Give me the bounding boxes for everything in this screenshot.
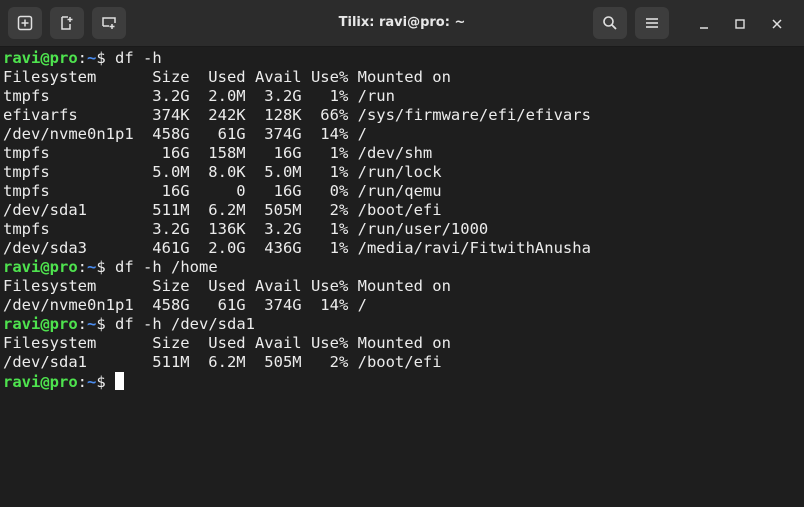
prompt-user-host: ravi@pro [3, 315, 78, 333]
hamburger-menu-icon [644, 15, 660, 31]
output-line: Filesystem Size Used Avail Use% Mounted … [3, 277, 451, 295]
menu-button[interactable] [635, 7, 669, 39]
output-line: /dev/sda1 511M 6.2M 505M 2% /boot/efi [3, 353, 442, 371]
maximize-button[interactable] [730, 13, 750, 33]
split-horizontal-button[interactable] [92, 7, 126, 39]
prompt-path: ~ [87, 315, 97, 333]
prompt-user-host: ravi@pro [3, 373, 78, 391]
terminal-window: Tilix: ravi@pro: ~ ravi@pro:~$ df -h Fil… [0, 0, 804, 507]
maximize-icon [735, 14, 745, 33]
output-line: /dev/nvme0n1p1 458G 61G 374G 14% / [3, 296, 367, 314]
close-button[interactable] [767, 13, 787, 33]
output-line: Filesystem Size Used Avail Use% Mounted … [3, 68, 451, 86]
split-down-icon [101, 15, 117, 31]
prompt-symbol: $ [96, 258, 116, 276]
prompt-line: ravi@pro:~$ df -h /dev/sda1 [3, 315, 804, 334]
prompt-symbol: $ [96, 315, 116, 333]
minimize-icon [699, 14, 709, 33]
output-line: /dev/sda3 461G 2.0G 436G 1% /media/ravi/… [3, 239, 591, 257]
prompt-symbol: $ [96, 49, 116, 67]
command-text: df -h /dev/sda1 [115, 315, 255, 333]
prompt-separator: : [77, 49, 87, 67]
output-line: /dev/nvme0n1p1 458G 61G 374G 14% / [3, 125, 367, 143]
command-text: df -h /home [115, 258, 218, 276]
output-line: tmpfs 3.2G 136K 3.2G 1% /run/user/1000 [3, 220, 489, 238]
new-session-button[interactable] [8, 7, 42, 39]
split-add-icon [59, 15, 75, 31]
search-icon [602, 15, 618, 31]
add-session-icon [17, 15, 33, 31]
prompt-path: ~ [87, 258, 97, 276]
terminal-output[interactable]: ravi@pro:~$ df -h Filesystem Size Used Av… [3, 49, 804, 507]
prompt-user-host: ravi@pro [3, 49, 78, 67]
command-text: df -h [115, 49, 162, 67]
split-vertical-button[interactable] [50, 7, 84, 39]
prompt-symbol: $ [96, 373, 116, 391]
output-line: /dev/sda1 511M 6.2M 505M 2% /boot/efi [3, 201, 442, 219]
title-bar: Tilix: ravi@pro: ~ [0, 0, 804, 47]
prompt-line: ravi@pro:~$ df -h /home [3, 258, 804, 277]
prompt-path: ~ [87, 49, 97, 67]
close-icon [772, 14, 782, 33]
output-line: tmpfs 5.0M 8.0K 5.0M 1% /run/lock [3, 163, 442, 181]
text-cursor [115, 372, 125, 390]
prompt-line: ravi@pro:~$ df -h [3, 49, 804, 68]
output-line: tmpfs 3.2G 2.0M 3.2G 1% /run [3, 87, 395, 105]
output-line: tmpfs 16G 0 16G 0% /run/qemu [3, 182, 442, 200]
prompt-user-host: ravi@pro [3, 258, 78, 276]
prompt-separator: : [77, 258, 87, 276]
minimize-button[interactable] [694, 13, 714, 33]
prompt-path: ~ [87, 373, 97, 391]
search-button[interactable] [593, 7, 627, 39]
output-line: Filesystem Size Used Avail Use% Mounted … [3, 334, 451, 352]
prompt-separator: : [77, 373, 87, 391]
prompt-line: ravi@pro:~$ [3, 372, 804, 391]
output-line: tmpfs 16G 158M 16G 1% /dev/shm [3, 144, 433, 162]
output-line: efivarfs 374K 242K 128K 66% /sys/firmwar… [3, 106, 591, 124]
prompt-separator: : [77, 315, 87, 333]
